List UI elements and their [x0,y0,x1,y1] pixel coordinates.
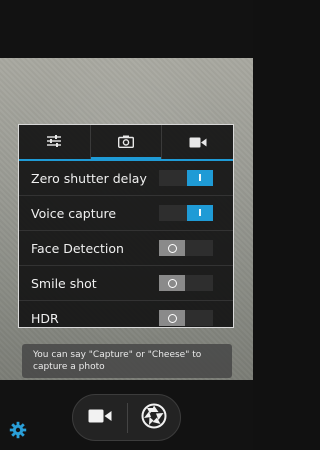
setting-label: HDR [31,310,59,326]
toggle-thumb [159,275,185,291]
video-camera-icon [189,133,207,152]
gear-icon [9,421,27,443]
hint-text: You can say "Capture" or "Cheese" to cap… [33,350,202,372]
top-bar [0,0,253,58]
divider [127,403,128,433]
toggle-thumb [159,240,185,256]
setting-row-hdr[interactable]: HDR [19,301,233,327]
capture-controls [72,394,181,441]
voice-capture-hint: You can say "Capture" or "Cheese" to cap… [22,344,232,378]
camera-icon [117,133,135,152]
toggle-thumb [159,310,185,326]
tab-general-settings[interactable] [19,125,90,159]
setting-row-face-detection[interactable]: Face Detection [19,231,233,266]
setting-row-smile-shot[interactable]: Smile shot [19,266,233,301]
shutter-button[interactable] [139,403,169,433]
tab-video-settings[interactable] [161,125,233,159]
settings-button[interactable] [8,421,28,443]
hdr-toggle[interactable] [159,310,213,326]
video-camera-icon [88,408,112,427]
tab-photo-settings[interactable] [89,125,162,161]
face-detection-toggle[interactable] [159,240,213,256]
settings-tabs [19,125,233,161]
shutter-aperture-icon [141,403,167,433]
setting-label: Face Detection [31,240,124,256]
setting-label: Voice capture [31,205,117,221]
zero-shutter-delay-toggle[interactable]: I [159,170,213,186]
voice-capture-toggle[interactable]: I [159,205,213,221]
toggle-thumb: I [187,205,213,221]
setting-row-voice-capture[interactable]: Voice capture I [19,196,233,231]
video-mode-button[interactable] [85,406,115,428]
setting-row-zero-shutter-delay[interactable]: Zero shutter delay I [19,161,233,196]
camera-settings-panel: Zero shutter delay I Voice capture I Fac… [18,124,234,328]
toggle-thumb: I [187,170,213,186]
setting-label: Smile shot [31,275,97,291]
smile-shot-toggle[interactable] [159,275,213,291]
sliders-icon [46,133,62,152]
setting-label: Zero shutter delay [31,170,147,186]
